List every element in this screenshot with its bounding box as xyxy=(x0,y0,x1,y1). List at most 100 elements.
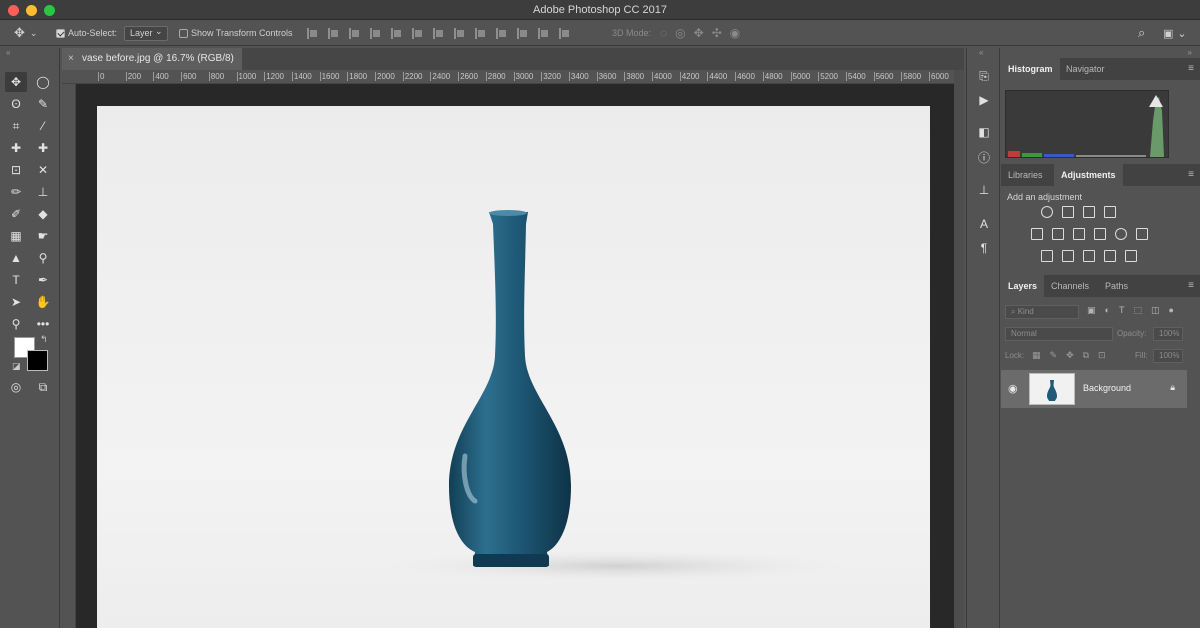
auto-select-checkbox[interactable]: Auto-Select: xyxy=(56,20,117,46)
clipping-warning-icon[interactable] xyxy=(1149,95,1163,107)
lasso-tool-icon[interactable]: ʘ xyxy=(5,94,27,114)
black-white-icon[interactable] xyxy=(1073,228,1085,240)
auto-align-icon[interactable] xyxy=(559,27,570,39)
distribute-top-icon[interactable] xyxy=(433,27,444,39)
clone-stamp-tool-icon[interactable]: ⊥ xyxy=(32,182,54,202)
align-vertical-center-icon[interactable] xyxy=(328,27,339,39)
hand-tool-icon[interactable]: ✋ xyxy=(32,292,54,312)
distribute-horizontal-center-icon[interactable] xyxy=(517,27,528,39)
pen-tool-icon[interactable]: ✒ xyxy=(32,270,54,290)
distribute-vertical-center-icon[interactable] xyxy=(454,27,465,39)
default-colors-icon[interactable]: ◪ xyxy=(12,361,21,372)
frame-tool-icon[interactable]: ⊡ xyxy=(5,160,27,180)
show-transform-checkbox[interactable]: Show Transform Controls xyxy=(179,20,293,46)
screen-mode-icon[interactable]: ⧉ xyxy=(32,377,54,397)
move-tool-icon[interactable]: ✥ xyxy=(5,72,27,92)
document-tab[interactable]: × vase before.jpg @ 16.7% (RGB/8) xyxy=(62,48,242,70)
3d-pan-icon[interactable]: ✥ xyxy=(694,26,712,40)
more-tools-icon[interactable]: ••• xyxy=(32,314,54,334)
align-horizontal-center-icon[interactable] xyxy=(391,27,402,39)
channel-mixer-icon[interactable] xyxy=(1115,228,1127,240)
tab-paths[interactable]: Paths xyxy=(1098,275,1135,297)
lock-pixels-icon[interactable]: ✎ xyxy=(1050,350,1067,360)
crop-tool-icon[interactable]: ⌗ xyxy=(5,116,27,136)
filter-smart-object-icon[interactable]: ◫ xyxy=(1151,305,1169,315)
curves-icon[interactable] xyxy=(1083,206,1095,218)
blur-tool-icon[interactable]: ▲ xyxy=(5,248,27,268)
gradient-tool-icon[interactable]: ▦ xyxy=(5,226,27,246)
distribute-left-icon[interactable] xyxy=(496,27,507,39)
align-bottom-icon[interactable] xyxy=(349,27,360,39)
close-document-icon[interactable]: × xyxy=(68,48,74,70)
marquee-tool-icon[interactable]: ◯ xyxy=(32,72,54,92)
paragraph-icon[interactable]: ¶ xyxy=(976,240,992,256)
actions-play-icon[interactable]: ▶ xyxy=(976,92,992,108)
healing-brush-tool-icon[interactable]: ✚ xyxy=(32,138,54,158)
invert-icon[interactable] xyxy=(1041,250,1053,262)
tab-layers[interactable]: Layers xyxy=(1001,275,1045,297)
eraser-tool-icon[interactable]: ◆ xyxy=(32,204,54,224)
panel-menu-icon[interactable]: ≡ xyxy=(1188,63,1194,74)
color-balance-icon[interactable] xyxy=(1052,228,1064,240)
lock-artboard-icon[interactable]: ⧉ xyxy=(1083,350,1098,360)
swap-colors-icon[interactable]: ↰ xyxy=(40,334,48,345)
threshold-icon[interactable] xyxy=(1083,250,1095,262)
collapse-toolbar-icon[interactable]: « xyxy=(0,48,59,62)
quick-selection-tool-icon[interactable]: ✎ xyxy=(32,94,54,114)
align-left-icon[interactable] xyxy=(370,27,381,39)
eyedropper-tool-icon[interactable]: ⁄ xyxy=(32,116,54,136)
brightness-contrast-icon[interactable] xyxy=(1041,206,1053,218)
3d-orbit-icon[interactable]: ◌ xyxy=(660,26,675,40)
document-canvas[interactable] xyxy=(97,106,930,628)
history-icon[interactable]: ⎘ xyxy=(976,68,992,84)
photo-filter-icon[interactable] xyxy=(1094,228,1106,240)
vibrance-icon[interactable] xyxy=(1125,206,1137,218)
collapse-panels-icon[interactable]: » xyxy=(1188,48,1192,57)
tab-libraries[interactable]: Libraries xyxy=(1001,164,1050,186)
panel-menu-icon[interactable]: ≡ xyxy=(1188,169,1194,180)
filter-toggle-icon[interactable]: ● xyxy=(1168,305,1182,315)
workspace-switcher[interactable]: ▣ ⌄ xyxy=(1163,20,1187,46)
filter-pixel-icon[interactable]: ▣ xyxy=(1087,305,1105,315)
panel-menu-icon[interactable]: ≡ xyxy=(1188,280,1194,291)
distribute-right-icon[interactable] xyxy=(538,27,549,39)
smudge-tool-icon[interactable]: ☛ xyxy=(32,226,54,246)
zoom-tool-icon[interactable]: ⚲ xyxy=(5,314,27,334)
hue-saturation-icon[interactable] xyxy=(1031,228,1043,240)
lock-transparent-icon[interactable]: ▦ xyxy=(1032,350,1050,360)
auto-select-target-dropdown[interactable]: Layer xyxy=(124,25,168,41)
exposure-icon[interactable] xyxy=(1104,206,1116,218)
align-right-icon[interactable] xyxy=(412,27,423,39)
tab-navigator[interactable]: Navigator xyxy=(1059,58,1112,80)
dodge-tool-icon[interactable]: ⚲ xyxy=(32,248,54,268)
layer-row[interactable]: ◉ Background 🔒︎ xyxy=(1001,370,1187,408)
color-lookup-icon[interactable] xyxy=(1136,228,1148,240)
history-brush-tool-icon[interactable]: ✐ xyxy=(5,204,27,224)
character-icon[interactable]: A xyxy=(976,216,992,232)
background-color-swatch[interactable] xyxy=(27,350,48,371)
filter-shape-icon[interactable]: ⬚ xyxy=(1133,305,1151,315)
distribute-bottom-icon[interactable] xyxy=(475,27,486,39)
path-selection-tool-icon[interactable]: ➤ xyxy=(5,292,27,312)
filter-adjustment-icon[interactable]: ◐ xyxy=(1105,305,1119,315)
lock-position-icon[interactable]: ✥ xyxy=(1066,350,1083,360)
layer-name[interactable]: Background xyxy=(1083,383,1131,393)
move-tool-preset[interactable]: ✥ ⌄ xyxy=(14,20,37,46)
tab-histogram[interactable]: Histogram xyxy=(1001,58,1060,80)
3d-scale-icon[interactable]: ◉ xyxy=(730,26,748,40)
properties-icon[interactable]: ◧ xyxy=(976,124,992,140)
vertical-scrollbar[interactable] xyxy=(954,70,964,628)
quick-mask-icon[interactable]: ◎ xyxy=(5,377,27,397)
selective-color-icon[interactable] xyxy=(1104,250,1116,262)
clone-source-icon[interactable]: ⊥ xyxy=(976,182,992,198)
content-aware-move-icon[interactable]: ✕ xyxy=(32,160,54,180)
3d-slide-icon[interactable]: ✣ xyxy=(712,26,730,40)
opacity-field[interactable]: 100% xyxy=(1153,327,1183,341)
fill-field[interactable]: 100% xyxy=(1153,349,1183,363)
layer-kind-filter[interactable]: ⌕ Kind xyxy=(1005,305,1079,319)
align-top-icon[interactable] xyxy=(307,27,318,39)
eye-icon[interactable]: ◉ xyxy=(1008,382,1018,395)
posterize-icon[interactable] xyxy=(1062,250,1074,262)
gradient-map-icon[interactable] xyxy=(1125,250,1137,262)
type-tool-icon[interactable]: T xyxy=(5,270,27,290)
